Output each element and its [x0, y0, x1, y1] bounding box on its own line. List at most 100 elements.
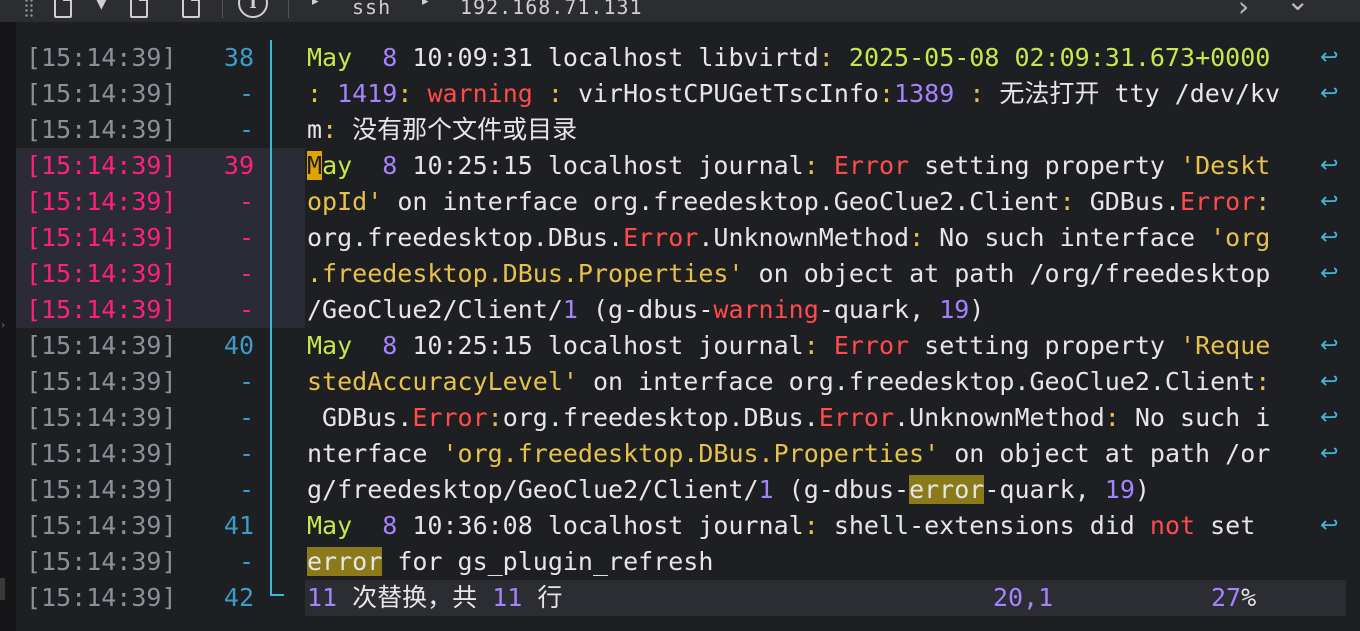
line-number: - [238, 187, 254, 216]
log-line: stedAccuracyLevel' on interface org.free… [307, 364, 1307, 400]
log-text: : [878, 79, 895, 108]
log-text: GDBus. [307, 403, 413, 432]
terminal-toolbar: ▼ i ▸ ssh ▸ 192.168.71.131 › ⌄ [0, 0, 1360, 22]
log-line: /GeoClue2/Client/1 (g-dbus-warning-quark… [307, 292, 1307, 328]
line-number: - [238, 295, 254, 324]
log-text: 'org.freedesktop.DBus.Properties' [442, 439, 940, 468]
log-text: : [307, 79, 338, 108]
log-text: 1419 [337, 79, 398, 108]
log-text: 10:25:15 localhost journal [397, 151, 804, 180]
log-line: m: 没有那个文件或目录 [307, 112, 1307, 148]
log-text: 8 [382, 511, 398, 540]
left-edge-strip: › [0, 22, 16, 631]
new-session-icon[interactable] [130, 0, 148, 18]
line-number: - [238, 475, 254, 504]
log-text: : [397, 79, 428, 108]
chevron-down-icon[interactable]: ▼ [96, 0, 107, 12]
line-wrap-icon: ↩ [1320, 369, 1339, 394]
line-number: - [238, 259, 254, 288]
timestamp: [15:14:39] [26, 295, 177, 324]
line-number: - [238, 223, 254, 252]
log-text: setting property [909, 331, 1181, 360]
line-wrap-icon: ↩ [1320, 45, 1339, 70]
log-text: 10:25:15 localhost journal [397, 331, 804, 360]
log-text: : [818, 43, 849, 72]
log-text: : [803, 151, 834, 180]
log-text: 8 [382, 151, 398, 180]
chevron-down-icon[interactable]: ⌄ [1286, 0, 1309, 17]
search-match: error [307, 547, 383, 576]
breadcrumb-protocol[interactable]: ssh [352, 0, 391, 19]
timestamp: [15:14:39] [26, 403, 177, 432]
log-text: warning [427, 79, 533, 108]
log-text: 'org [1210, 223, 1271, 252]
log-line: : 1419: warning : virHostCPUGetTscInfo:1… [307, 76, 1307, 112]
log-text: 2025-05-08 02:09:31.673+0000 [848, 43, 1286, 72]
log-text: i [1240, 403, 1271, 432]
log-text: 1389 [894, 79, 955, 108]
new-tab-icon[interactable] [54, 0, 72, 18]
timestamp: [15:14:39] [26, 331, 177, 360]
line-wrap-icon: ↩ [1320, 333, 1339, 358]
log-text: g/freedesktop/GeoClue2/Client/ [307, 475, 759, 504]
log-text: : [532, 79, 578, 108]
breadcrumb-arrow-icon: ▸ [312, 0, 319, 9]
log-text: 10:09:31 [397, 43, 548, 72]
line-number: - [238, 547, 254, 576]
timestamp: [15:14:39] [26, 439, 177, 468]
log-text: on object at path /org/freedesktop [743, 259, 1271, 288]
log-text: -quark, [984, 475, 1105, 504]
line-number: 41 [223, 511, 254, 540]
chevron-right-icon[interactable]: › [1238, 0, 1249, 22]
log-text: : [909, 223, 940, 252]
cursor-position: 20,1 [993, 583, 1054, 612]
log-text: Error [412, 403, 488, 432]
drag-handle-icon[interactable] [24, 0, 34, 18]
line-number: 40 [223, 331, 254, 360]
gutter-row: [15:14:39] - [16, 292, 305, 328]
timestamp: [15:14:39] [26, 151, 177, 180]
log-line: May 8 10:09:31 localhost libvirtd: 2025-… [307, 40, 1307, 76]
log-text: : [1255, 367, 1286, 396]
scroll-percent: 27% [1211, 583, 1257, 612]
line-wrap-icon: ↩ [1320, 189, 1339, 214]
line-number: 42 [223, 583, 254, 612]
log-text: 'Deskt [1180, 151, 1271, 180]
log-text: org.freedesktop.DBus. [307, 223, 624, 252]
log-text: 没有那个文件或目录 [352, 115, 578, 144]
gutter-row: [15:14:39] 39 [16, 148, 305, 184]
log-text: 1 [562, 295, 578, 324]
log-text: Error [818, 403, 895, 432]
edge-scroll-marker[interactable] [0, 578, 5, 600]
log-text: .UnknownMethod [894, 403, 1105, 432]
info-icon[interactable]: i [238, 0, 268, 18]
log-text: : [1255, 187, 1286, 216]
log-text: opId' [307, 187, 383, 216]
search-match: error [909, 475, 985, 504]
timestamp: [15:14:39] [26, 583, 177, 612]
timestamp: [15:14:39] [26, 187, 177, 216]
log-line: opId' on interface org.freedesktop.GeoCl… [307, 184, 1307, 220]
gutter-row: [15:14:39] - [16, 220, 305, 256]
timestamp: [15:14:39] [26, 259, 177, 288]
log-text: May [307, 511, 353, 540]
log-line: nterface 'org.freedesktop.DBus.Propertie… [307, 436, 1307, 472]
duplicate-session-icon[interactable] [182, 0, 200, 18]
breadcrumb-host[interactable]: 192.168.71.131 [460, 0, 643, 19]
log-text: on object at path /or [939, 439, 1271, 468]
log-text: /GeoClue2/Client/ [307, 295, 563, 324]
log-text: No such [1134, 403, 1241, 432]
log-text: (g-dbus- [577, 295, 714, 324]
line-wrap-icon: ↩ [1320, 81, 1339, 106]
line-wrap-icon: ↩ [1320, 441, 1339, 466]
log-text: warning [713, 295, 819, 324]
log-text: .UnknownMethod [698, 223, 910, 252]
log-text: setting property [909, 151, 1181, 180]
log-line: .freedesktop.DBus.Properties' on object … [307, 256, 1307, 292]
log-text: 10:36:08 localhost journal [397, 511, 804, 540]
timestamp: [15:14:39] [26, 511, 177, 540]
log-text: 无法打开 tty /dev/kv [999, 79, 1281, 108]
log-text: .freedesktop.DBus.Properties' [307, 259, 744, 288]
log-text: : [1059, 187, 1090, 216]
